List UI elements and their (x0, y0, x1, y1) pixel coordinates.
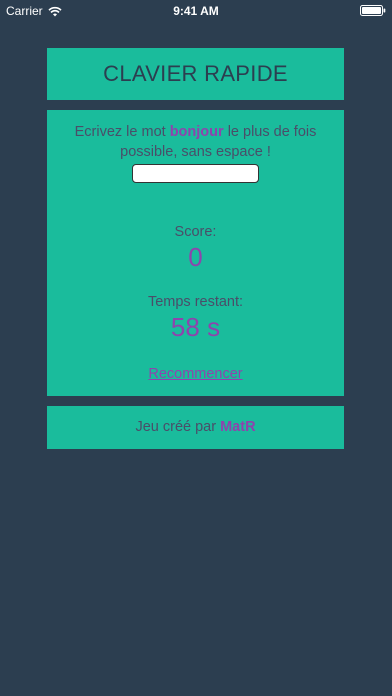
status-time: 9:41 AM (173, 4, 219, 18)
credits-text: Jeu créé par MatR (47, 419, 344, 435)
game-card: Ecrivez le mot bonjour le plus de fois p… (47, 110, 344, 396)
instruction-prefix: Ecrivez le mot (74, 124, 170, 140)
instruction-text: Ecrivez le mot bonjour le plus de fois p… (57, 122, 334, 162)
header-card: CLAVIER RAPIDE (47, 48, 344, 100)
battery-icon (360, 5, 386, 16)
word-input[interactable] (132, 164, 259, 183)
score-value: 0 (188, 242, 203, 272)
target-word: bonjour (169, 124, 224, 140)
restart-link[interactable]: Recommencer (47, 366, 344, 382)
time-remaining-value: 58 s (170, 312, 221, 342)
time-remaining-label: Temps restant: (147, 294, 244, 310)
status-bar: Carrier 9:41 AM (0, 0, 392, 22)
author-name: MatR (220, 419, 256, 435)
footer-card: Jeu créé par MatR (47, 406, 344, 449)
credits-prefix: Jeu créé par (135, 419, 221, 435)
score-label: Score: (174, 224, 217, 240)
app-title: CLAVIER RAPIDE (103, 61, 288, 86)
